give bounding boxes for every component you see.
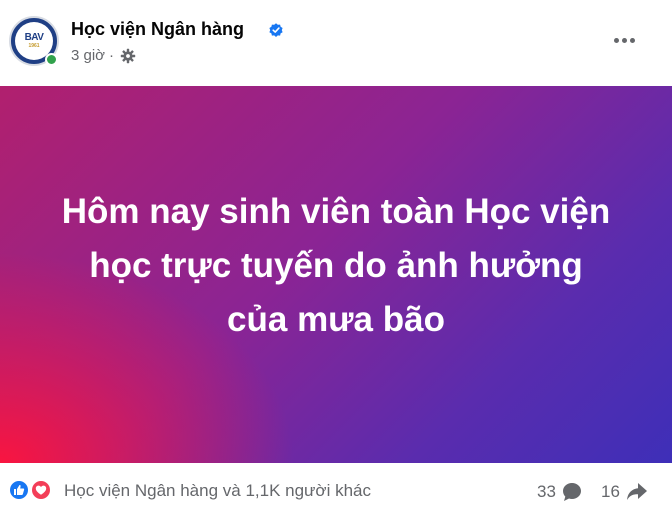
more-options-button[interactable] <box>606 25 642 55</box>
facebook-post: BAV 1961 Học viện Ngân hàng 3 giờ · Hôm … <box>0 0 672 514</box>
post-time-link[interactable]: 3 giờ <box>71 47 105 64</box>
page-name-link[interactable]: Học viện Ngân hàng <box>71 19 244 40</box>
gear-icon[interactable] <box>120 48 136 64</box>
reactions-summary[interactable]: Học viện Ngân hàng và 1,1K người khác <box>64 481 371 501</box>
more-dot <box>629 37 635 43</box>
comments-count: 33 <box>537 482 556 501</box>
verified-badge-icon <box>269 23 283 37</box>
shares-count: 16 <box>601 482 620 501</box>
post-meta: 3 giờ · <box>71 47 136 64</box>
comments-count-button[interactable]: 33 <box>537 481 583 503</box>
share-icon <box>626 483 647 500</box>
love-icon <box>30 479 52 501</box>
avatar-logo-text: BAV <box>24 32 44 43</box>
banner-text: Hôm nay sinh viên toàn Học viện học trực… <box>61 191 611 339</box>
reaction-icons[interactable] <box>8 479 58 501</box>
online-status-dot <box>45 53 58 66</box>
comment-icon <box>562 483 581 501</box>
shares-count-button[interactable]: 16 <box>601 481 649 503</box>
meta-separator: · <box>109 47 115 64</box>
post-footer: Học viện Ngân hàng và 1,1K người khác 33… <box>0 465 672 514</box>
avatar-year: 1961 <box>28 43 40 49</box>
post-header: BAV 1961 Học viện Ngân hàng 3 giờ · <box>0 0 672 86</box>
like-icon <box>8 479 30 501</box>
more-dot <box>613 37 619 43</box>
post-banner[interactable]: Hôm nay sinh viên toàn Học viện học trực… <box>0 86 672 463</box>
more-dot <box>621 37 627 43</box>
